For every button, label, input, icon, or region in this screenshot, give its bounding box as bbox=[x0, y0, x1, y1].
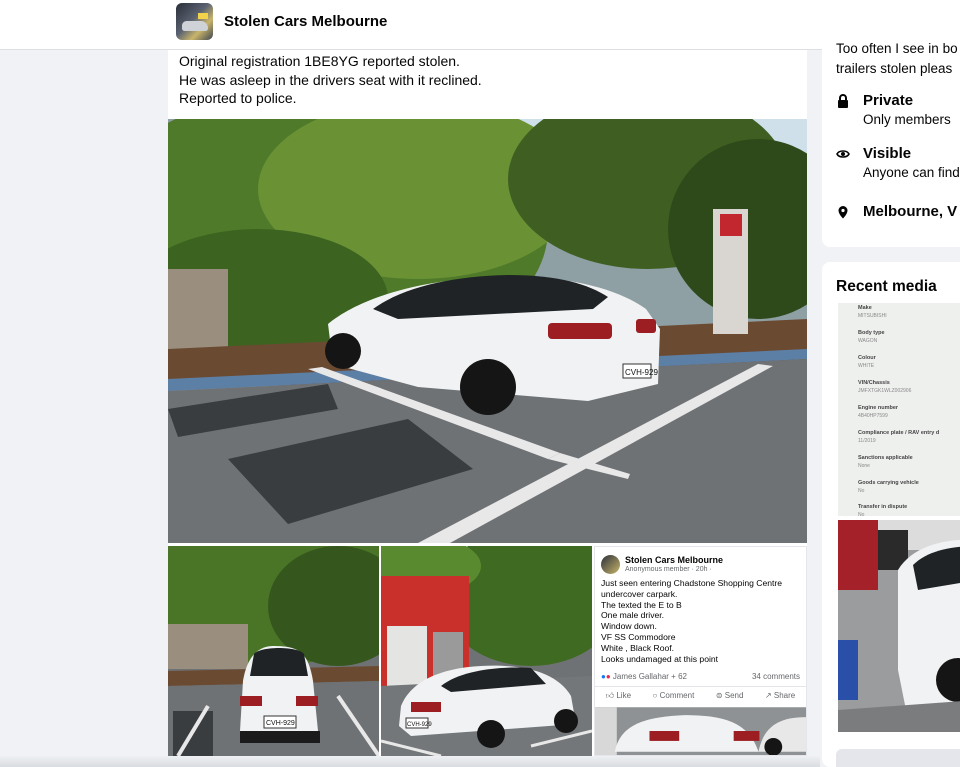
doc-field-label: VIN/Chassis bbox=[858, 380, 890, 386]
privacy-subtitle: Only members bbox=[863, 112, 951, 127]
post-photo-main[interactable]: CVH-929 bbox=[168, 119, 807, 543]
post-text-line: Reported to police. bbox=[179, 90, 297, 106]
location-pin-icon bbox=[838, 206, 848, 219]
mini-body-line: The texted the E to B bbox=[601, 599, 682, 610]
privacy-title: Private bbox=[863, 92, 914, 109]
post-photo-rear[interactable]: CVH-929 bbox=[168, 546, 379, 756]
doc-field-value: WAGON bbox=[858, 338, 878, 344]
post-photo-screenshot[interactable]: Stolen Cars Melbourne Anonymous member ·… bbox=[594, 546, 807, 756]
about-description-line: Too often I see in bo bbox=[836, 41, 958, 56]
mini-body-line: VF SS Commodore bbox=[601, 631, 676, 642]
send-icon: ⊜ bbox=[715, 691, 723, 700]
location-text[interactable]: Melbourne, V bbox=[863, 203, 957, 220]
doc-field-label: Sanctions applicable bbox=[858, 455, 913, 461]
recent-media-photo-thumb[interactable] bbox=[838, 520, 960, 732]
license-plate-main: CVH-929 bbox=[625, 368, 658, 377]
see-all-media-button[interactable] bbox=[836, 749, 960, 767]
doc-field-value: 11/2019 bbox=[858, 438, 876, 444]
car-rear-photo-image: CVH-929 bbox=[168, 546, 379, 756]
doc-field-label: Colour bbox=[858, 355, 876, 361]
mini-body-line: undercover carpark. bbox=[601, 588, 678, 599]
about-description-line: trailers stolen pleas bbox=[836, 61, 953, 76]
mini-post-body: Just seen entering Chadstone Shopping Ce… bbox=[601, 578, 782, 664]
doc-field-label: Make bbox=[858, 305, 872, 311]
comment-icon: ○ bbox=[652, 691, 658, 700]
mini-reactions: ●● James Gallahar + 62 bbox=[601, 672, 687, 681]
doc-field-value: No bbox=[858, 488, 865, 494]
love-reaction-icon: ● bbox=[605, 672, 611, 681]
mini-group-avatar-icon bbox=[601, 555, 620, 574]
license-plate-a: CVH-929 bbox=[266, 720, 295, 727]
group-avatar-icon[interactable] bbox=[176, 3, 213, 40]
post-text: Original registration 1BE8YG reported st… bbox=[179, 52, 482, 108]
mini-reactions-text: James Gallahar + 62 bbox=[612, 672, 687, 681]
post-card: Original registration 1BE8YG reported st… bbox=[168, 50, 807, 767]
mini-body-line: Looks undamaged at this point bbox=[601, 653, 719, 664]
doc-field-label: Compliance plate / RAV entry d bbox=[858, 430, 940, 436]
mini-action-bar: 👍︎ Like ○ Comment ⊜ Send ↗ Share bbox=[595, 686, 806, 704]
mini-photo-strip bbox=[595, 707, 806, 755]
mini-share-action: ↗ Share bbox=[764, 691, 796, 700]
mini-comment-action: ○ Comment bbox=[652, 691, 695, 700]
recent-media-title: Recent media bbox=[836, 278, 937, 295]
mini-body-line: Just seen entering Chadstone Shopping Ce… bbox=[601, 578, 783, 588]
doc-field-label: Transfer in dispute bbox=[858, 504, 908, 510]
doc-field-label: Engine number bbox=[858, 405, 899, 411]
visibility-subtitle: Anyone can find bbox=[863, 165, 960, 180]
mini-body-line: Window down. bbox=[601, 621, 657, 632]
license-plate-b: CVH-929 bbox=[407, 722, 432, 728]
group-name-link[interactable]: Stolen Cars Melbourne bbox=[224, 13, 387, 30]
mini-send-action: ⊜ Send bbox=[715, 691, 744, 700]
mini-body-line: One male driver. bbox=[601, 610, 665, 621]
doc-field-value: 4B40HP7599 bbox=[858, 413, 888, 419]
lock-icon bbox=[838, 94, 848, 108]
post-footer-edge bbox=[0, 756, 820, 767]
doc-field-label: Body type bbox=[858, 330, 885, 336]
top-bar: Stolen Cars Melbourne bbox=[0, 0, 960, 50]
recent-media-card: Recent media Make MITSUBISHI Body type W… bbox=[822, 262, 960, 767]
mini-body-line: White , Black Roof. bbox=[601, 642, 675, 653]
group-about-card: Too often I see in bo trailers stolen pl… bbox=[822, 36, 960, 247]
recent-media-document-thumb[interactable]: Make MITSUBISHI Body type WAGON Colour W… bbox=[838, 303, 960, 516]
share-icon: ↗ bbox=[764, 691, 772, 700]
car-photo-image: CVH-929 bbox=[168, 119, 807, 543]
doc-field-value: None bbox=[858, 463, 870, 469]
mini-comments-count: 34 comments bbox=[751, 672, 800, 681]
mini-post-meta: Anonymous member · 20h · bbox=[625, 566, 712, 573]
doc-field-value: JMFXTGK1WLZ002906 bbox=[858, 388, 912, 394]
carpark-photo-image bbox=[838, 520, 960, 732]
doc-field-label: Goods carrying vehicle bbox=[858, 480, 919, 486]
doc-field-value: WHITE bbox=[858, 363, 875, 369]
mini-group-name: Stolen Cars Melbourne bbox=[625, 555, 724, 565]
mini-like-action: 👍︎ Like bbox=[605, 690, 632, 700]
post-text-line: He was asleep in the drivers seat with i… bbox=[179, 71, 482, 88]
post-text-line: Original registration 1BE8YG reported st… bbox=[179, 53, 460, 69]
post-photo-side[interactable]: CVH-929 bbox=[381, 546, 592, 756]
doc-field-value: MITSUBISHI bbox=[858, 313, 887, 319]
car-side-photo-image: CVH-929 bbox=[381, 546, 592, 756]
thumbs-up-icon: 👍︎ bbox=[605, 690, 615, 700]
eye-icon bbox=[836, 150, 850, 158]
visibility-title: Visible bbox=[863, 145, 912, 162]
doc-field-value: No bbox=[858, 512, 865, 516]
